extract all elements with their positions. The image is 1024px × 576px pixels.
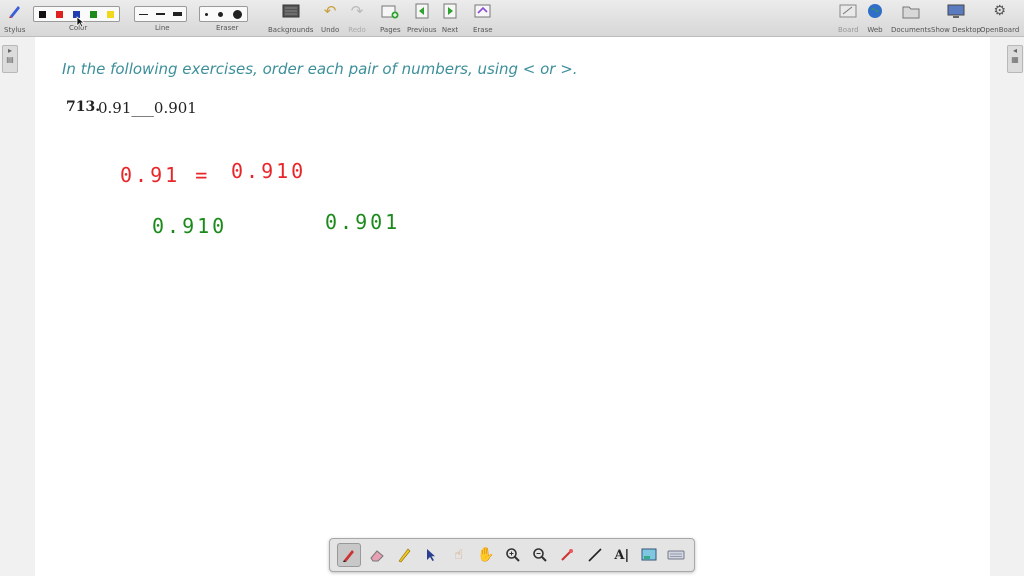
top-toolbar: Stylus Color Line Eraser Backgrounds ↶ U…	[0, 0, 1024, 37]
backgrounds-label: Backgrounds	[268, 26, 314, 34]
color-swatch-black[interactable]	[39, 10, 46, 18]
color-swatch-green[interactable]	[90, 10, 97, 18]
previous-label: Previous	[407, 26, 437, 34]
handwritten-line2-right: 0.901	[325, 210, 401, 234]
previous-button[interactable]: Previous	[407, 2, 437, 34]
text-icon: A|	[614, 547, 630, 563]
keyboard-tool-button[interactable]	[665, 544, 687, 566]
redo-button[interactable]: ↷ Redo	[348, 2, 366, 34]
exercise-instruction: In the following exercises, order each p…	[62, 60, 578, 78]
highlighter-tool-button[interactable]	[393, 544, 415, 566]
left-panel-toggle[interactable]: ▸ ▤	[2, 45, 18, 73]
tool-dock: ☝ ✋ A|	[329, 538, 695, 572]
pen-tool-button[interactable]	[336, 543, 361, 567]
next-button[interactable]: Next	[441, 2, 459, 34]
pen-icon	[342, 550, 354, 562]
stylus-label: Stylus	[4, 26, 26, 34]
erase-page-icon	[474, 2, 492, 20]
interact-tool-button[interactable]: ☝	[447, 544, 469, 566]
stylus-button[interactable]: Stylus	[4, 2, 25, 34]
pages-button[interactable]: Pages	[380, 2, 401, 34]
handwritten-line1-right: 0.910	[231, 159, 307, 183]
next-label: Next	[441, 26, 459, 34]
pages-icon	[381, 2, 399, 20]
pointer-icon	[427, 549, 436, 561]
eraser-medium-option[interactable]	[218, 11, 223, 17]
eraser-large-option[interactable]	[233, 9, 242, 19]
whiteboard-canvas[interactable]	[35, 37, 990, 576]
highlighter-icon	[398, 548, 411, 563]
web-button[interactable]: Web	[866, 2, 884, 34]
color-swatch-yellow[interactable]	[107, 10, 114, 18]
line-label: Line	[155, 24, 170, 32]
handwritten-line2-left: 0.910	[152, 214, 228, 238]
line-thin-option[interactable]	[139, 13, 148, 15]
eraser-label: Eraser	[216, 24, 239, 32]
zoom-in-button[interactable]	[502, 544, 524, 566]
keyboard-icon	[667, 550, 685, 560]
documents-label: Documents	[891, 26, 931, 34]
exercise-number: 713.	[66, 99, 101, 115]
line-tool-button[interactable]	[584, 544, 606, 566]
documents-button[interactable]: Documents	[891, 2, 931, 34]
zoom-in-icon	[506, 548, 520, 562]
next-page-icon	[441, 2, 459, 20]
left-arrow-icon: ▸ ▤	[6, 46, 14, 64]
openboard-label: OpenBoard	[980, 26, 1020, 34]
hand-icon: ✋	[476, 547, 495, 563]
laser-icon: ☝	[454, 547, 463, 563]
web-label: Web	[867, 26, 883, 34]
erase-label: Erase	[473, 26, 493, 34]
backgrounds-button[interactable]: Backgrounds	[268, 2, 313, 34]
folder-icon	[902, 2, 920, 20]
erase-button[interactable]: Erase	[473, 2, 493, 34]
line-thick-option[interactable]	[173, 12, 182, 16]
right-panel-toggle[interactable]: ◂ ▦	[1007, 45, 1023, 73]
hand-tool-button[interactable]: ✋	[475, 544, 497, 566]
handwritten-line1-left: 0.91 =	[120, 163, 211, 187]
selector-tool-button[interactable]	[420, 544, 442, 566]
line-icon	[588, 548, 602, 562]
show-desktop-label: Show Desktop	[931, 26, 981, 34]
desktop-icon	[947, 2, 965, 20]
globe-icon	[866, 2, 884, 20]
capture-icon	[561, 549, 574, 561]
gear-icon: ⚙	[993, 3, 1006, 19]
text-tool-button[interactable]: A|	[611, 544, 633, 566]
exercise-text: 0.91___0.901	[98, 99, 197, 117]
screen-icon	[641, 548, 657, 561]
eraser-size-selector	[199, 6, 248, 22]
eraser-tool-button[interactable]	[366, 544, 388, 566]
color-swatch-red[interactable]	[56, 10, 63, 18]
line-medium-option[interactable]	[156, 13, 165, 15]
backgrounds-icon	[282, 2, 300, 20]
undo-button[interactable]: ↶ Undo	[321, 2, 339, 34]
line-width-selector	[134, 6, 187, 22]
redo-label: Redo	[348, 26, 366, 34]
capture-tool-button[interactable]	[638, 544, 660, 566]
pages-label: Pages	[380, 26, 401, 34]
zoom-out-icon	[533, 548, 547, 562]
redo-icon: ↷	[350, 2, 364, 20]
openboard-button[interactable]: ⚙ OpenBoard	[980, 2, 1019, 34]
show-desktop-button[interactable]: Show Desktop	[931, 2, 981, 34]
undo-label: Undo	[321, 26, 340, 34]
previous-page-icon	[413, 2, 431, 20]
board-icon	[839, 2, 857, 20]
right-arrow-icon: ◂ ▦	[1011, 46, 1019, 64]
eraser-small-option[interactable]	[205, 12, 208, 16]
stylus-icon	[6, 2, 24, 20]
laser-pointer-button[interactable]	[556, 544, 578, 566]
undo-icon: ↶	[323, 2, 337, 20]
zoom-out-button[interactable]	[529, 544, 551, 566]
board-button[interactable]: Board	[838, 2, 859, 34]
mouse-cursor-icon	[76, 16, 85, 28]
board-label: Board	[838, 26, 859, 34]
eraser-icon	[370, 550, 384, 562]
